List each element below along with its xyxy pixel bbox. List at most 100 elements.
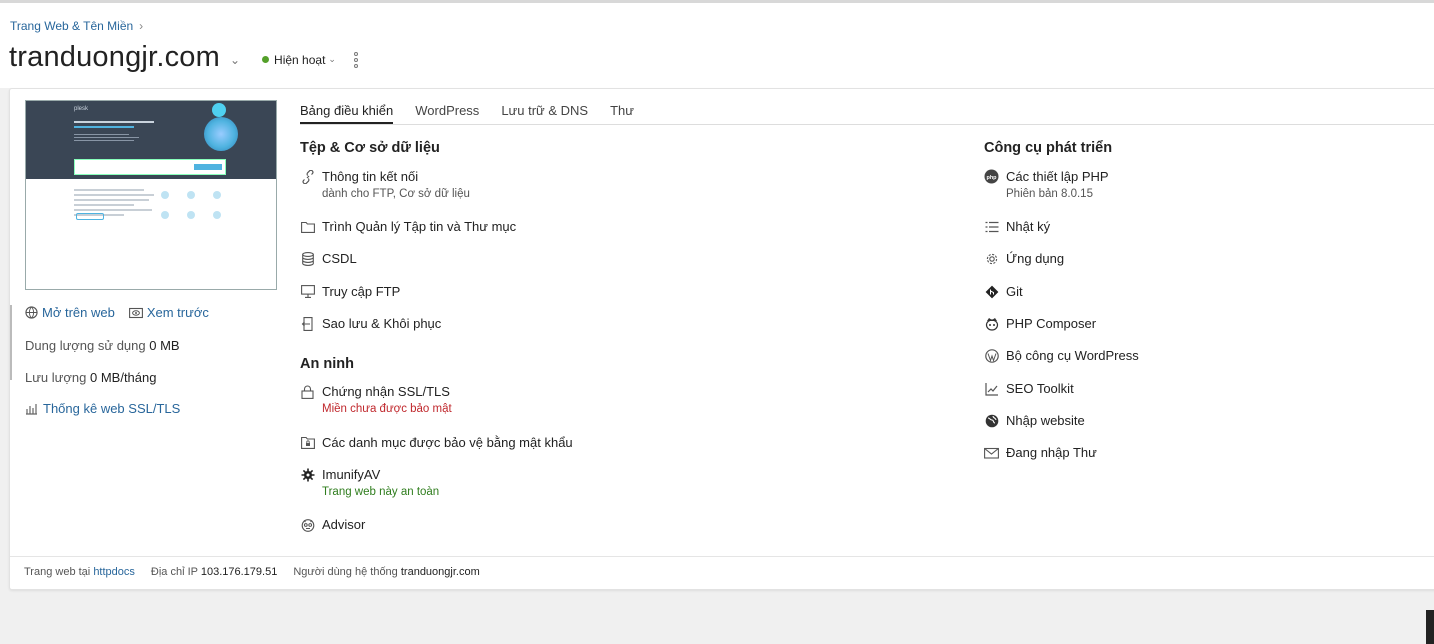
connection-info-item[interactable]: Thông tin kết nối dành cho FTP, Cơ sở dữ… bbox=[300, 169, 470, 200]
disk-usage-value: 0 MB bbox=[149, 338, 180, 353]
ssl-status-text: Miền chưa được bảo mật bbox=[322, 403, 452, 415]
backup-restore-item[interactable]: Sao lưu & Khôi phục bbox=[300, 316, 441, 331]
ftp-access-item[interactable]: Truy cập FTP bbox=[300, 284, 400, 299]
more-actions-icon[interactable] bbox=[353, 51, 358, 68]
wordpress-toolkit-item[interactable]: Bộ công cụ WordPress bbox=[984, 348, 1139, 363]
php-settings-item[interactable]: php Các thiết lập PHP Phiên bản 8.0.15 bbox=[984, 169, 1109, 200]
php-composer-item[interactable]: PHP Composer bbox=[984, 316, 1096, 331]
thumbnail-brand: plesk bbox=[74, 106, 89, 112]
tab-mail[interactable]: Thư bbox=[610, 103, 634, 124]
protected-directories-label: Các danh mục được bảo vệ bằng mật khẩu bbox=[322, 435, 573, 450]
docroot-info: Trang web tại httpdocs bbox=[24, 566, 135, 578]
tab-hosting-dns[interactable]: Lưu trữ & DNS bbox=[501, 103, 588, 124]
imunifyav-item[interactable]: ImunifyAV Trang web này an toàn bbox=[300, 467, 439, 498]
tab-bar: Bảng điều khiển WordPress Lưu trữ & DNS … bbox=[300, 103, 1434, 125]
protected-folder-icon bbox=[300, 435, 315, 450]
ssl-stats-label: Thống kê web SSL/TLS bbox=[43, 401, 181, 416]
composer-icon bbox=[984, 316, 999, 331]
breadcrumb-link[interactable]: Trang Web & Tên Miền bbox=[10, 19, 133, 33]
preview-link[interactable]: Xem trước bbox=[128, 305, 209, 320]
card-footer: Trang web tại httpdocs Địa chỉ IP 103.17… bbox=[10, 556, 1434, 587]
seo-icon bbox=[984, 381, 999, 396]
ssl-certificates-label: Chứng nhận SSL/TLS bbox=[322, 384, 450, 399]
git-item[interactable]: Git bbox=[984, 284, 1023, 299]
site-links: Mở trên web Xem trước bbox=[25, 305, 209, 320]
mail-icon bbox=[984, 445, 999, 460]
chevron-down-icon: ⌄ bbox=[328, 54, 336, 64]
system-user-label: Người dùng hệ thống bbox=[293, 566, 398, 578]
preview-label: Xem trước bbox=[146, 305, 209, 320]
page-header: Trang Web & Tên Miền › tranduongjr.com ⌄… bbox=[0, 3, 1434, 88]
status-dot-icon bbox=[262, 56, 270, 63]
logs-label: Nhật ký bbox=[1006, 219, 1051, 234]
database-icon bbox=[300, 251, 315, 266]
import-website-label: Nhập website bbox=[1006, 413, 1085, 428]
chevron-right-icon: › bbox=[139, 19, 144, 33]
wordpress-toolkit-label: Bộ công cụ WordPress bbox=[1006, 348, 1139, 363]
protected-directories-item[interactable]: Các danh mục được bảo vệ bằng mật khẩu bbox=[300, 435, 573, 450]
backup-restore-label: Sao lưu & Khôi phục bbox=[322, 316, 442, 331]
globe-icon bbox=[25, 306, 38, 319]
applications-label: Ứng dụng bbox=[1006, 251, 1065, 266]
eye-icon bbox=[128, 307, 143, 318]
monitor-icon bbox=[300, 284, 315, 299]
ssl-stats-link[interactable]: Thống kê web SSL/TLS bbox=[25, 401, 180, 416]
databases-item[interactable]: CSDL bbox=[300, 251, 357, 266]
traffic-value: 0 MB/tháng bbox=[89, 370, 157, 385]
connection-info-sub: dành cho FTP, Cơ sở dữ liệu bbox=[322, 188, 470, 200]
advisor-icon bbox=[300, 517, 315, 532]
ftp-access-label: Truy cập FTP bbox=[322, 284, 401, 299]
bar-chart-icon bbox=[26, 403, 37, 415]
status-dropdown[interactable]: Hiện hoạt ⌄ bbox=[262, 53, 336, 67]
ip-value: 103.176.179.51 bbox=[200, 566, 278, 578]
imunifyav-label: ImunifyAV bbox=[322, 467, 381, 482]
link-icon bbox=[300, 169, 315, 184]
php-version-text: Phiên bản 8.0.15 bbox=[1006, 188, 1093, 200]
open-web-link[interactable]: Mở trên web bbox=[25, 305, 115, 320]
php-composer-label: PHP Composer bbox=[1006, 316, 1097, 331]
docroot-link[interactable]: httpdocs bbox=[93, 566, 135, 578]
breadcrumb: Trang Web & Tên Miền › bbox=[10, 19, 143, 33]
php-icon: php bbox=[984, 169, 999, 184]
dev-tools-section-title: Công cụ phát triển bbox=[984, 140, 1113, 156]
lock-icon bbox=[300, 384, 315, 399]
gear-icon bbox=[984, 251, 999, 266]
docroot-label: Trang web tại bbox=[24, 566, 91, 578]
scroll-handle bbox=[10, 305, 12, 380]
applications-item[interactable]: Ứng dụng bbox=[984, 251, 1064, 266]
tab-wordpress[interactable]: WordPress bbox=[415, 103, 479, 124]
git-label: Git bbox=[1006, 284, 1023, 299]
status-label: Hiện hoạt bbox=[274, 52, 326, 67]
page-corner bbox=[1426, 610, 1434, 644]
import-website-item[interactable]: Nhập website bbox=[984, 413, 1085, 428]
file-manager-item[interactable]: Trình Quản lý Tập tin và Thư mục bbox=[300, 219, 516, 234]
tab-dashboard[interactable]: Bảng điều khiển bbox=[300, 103, 394, 124]
site-preview-thumbnail[interactable]: plesk bbox=[25, 100, 277, 290]
git-icon bbox=[984, 284, 999, 299]
traffic-label: Lưu lượng bbox=[25, 370, 87, 385]
logs-item[interactable]: Nhật ký bbox=[984, 219, 1050, 234]
mail-import-item[interactable]: Đang nhập Thư bbox=[984, 445, 1097, 460]
advisor-label: Advisor bbox=[322, 517, 366, 532]
imunifyav-status-text: Trang web này an toàn bbox=[322, 486, 440, 498]
open-web-label: Mở trên web bbox=[42, 305, 115, 320]
domain-switcher-chevron-icon[interactable]: ⌄ bbox=[230, 53, 240, 67]
ssl-certificates-item[interactable]: Chứng nhận SSL/TLS Miền chưa được bảo mậ… bbox=[300, 384, 452, 415]
connection-info-label: Thông tin kết nối bbox=[322, 169, 419, 184]
ip-info: Địa chỉ IP 103.176.179.51 bbox=[151, 566, 277, 578]
mail-import-label: Đang nhập Thư bbox=[1006, 445, 1097, 460]
disk-usage: Dung lượng sử dụng 0 MB bbox=[25, 338, 180, 353]
domain-card: plesk Mở trên web Xem trước Dung lượng s… bbox=[9, 88, 1434, 590]
advisor-item[interactable]: Advisor bbox=[300, 517, 365, 532]
imunify-icon bbox=[300, 467, 315, 482]
disk-usage-label: Dung lượng sử dụng bbox=[25, 338, 146, 353]
title-row: tranduongjr.com ⌄ Hiện hoạt ⌄ bbox=[9, 41, 358, 74]
security-section-title: An ninh bbox=[300, 356, 354, 372]
file-manager-label: Trình Quản lý Tập tin và Thư mục bbox=[322, 219, 517, 234]
system-user-info: Người dùng hệ thống tranduongjr.com bbox=[293, 566, 479, 578]
seo-toolkit-label: SEO Toolkit bbox=[1006, 381, 1074, 396]
page-title: tranduongjr.com bbox=[9, 41, 220, 73]
globe-icon bbox=[984, 413, 999, 428]
seo-toolkit-item[interactable]: SEO Toolkit bbox=[984, 381, 1074, 396]
databases-label: CSDL bbox=[322, 251, 357, 266]
